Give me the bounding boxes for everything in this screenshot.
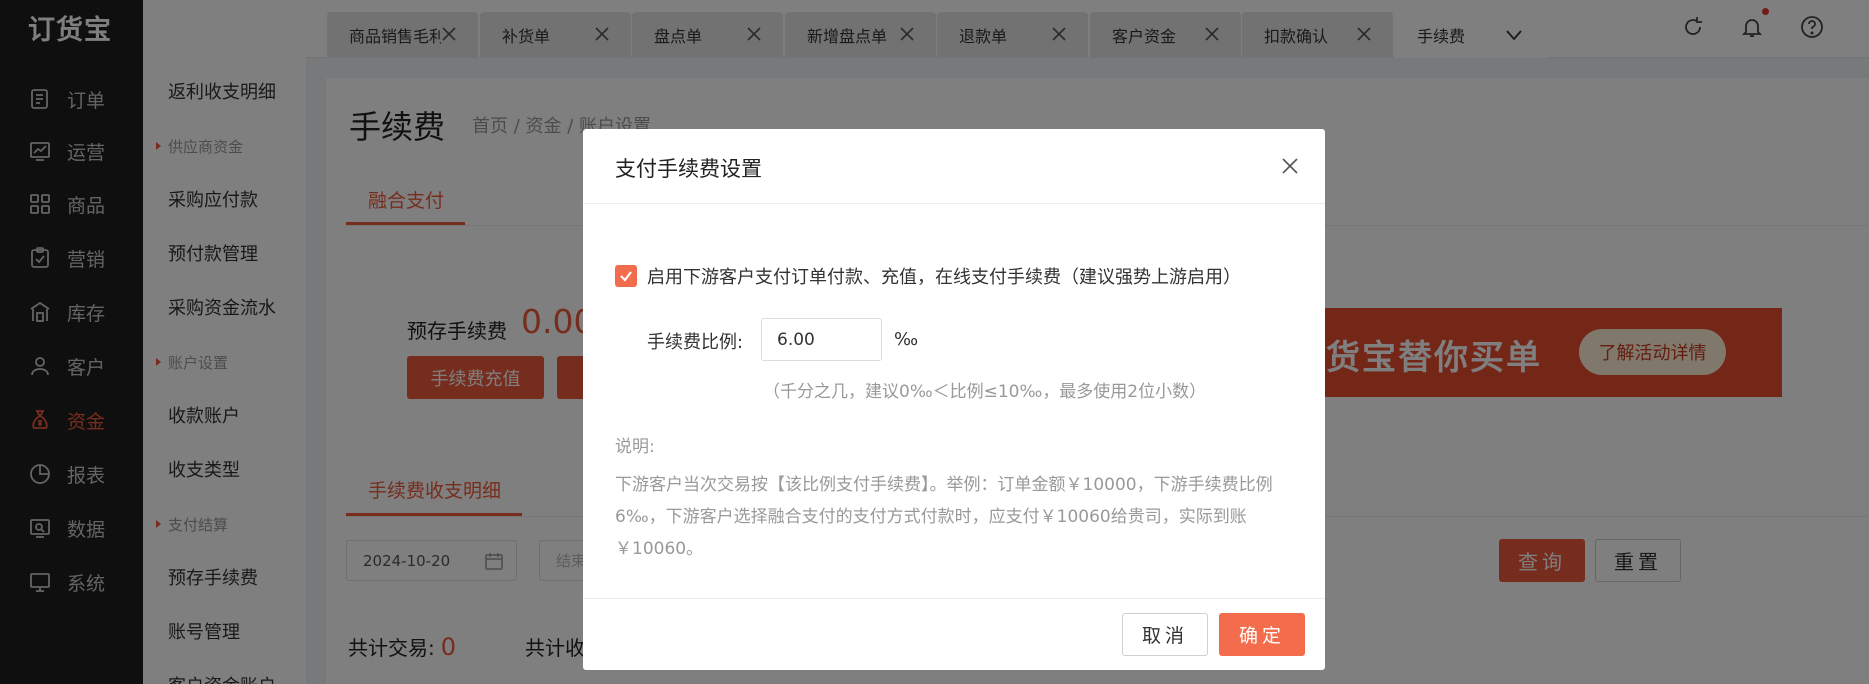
note-title: 说明:	[615, 437, 655, 457]
fee-rate-input[interactable]	[761, 318, 882, 361]
cancel-button[interactable]: 取消	[1122, 613, 1208, 656]
enable-fee-label[interactable]: 启用下游客户支付订单付款、充值，在线支付手续费（建议强势上游启用）	[647, 263, 1241, 289]
modal-title: 支付手续费设置	[615, 157, 762, 181]
fee-rate-unit: ‰	[894, 329, 919, 350]
fee-settings-modal: 支付手续费设置 启用下游客户支付订单付款、充值，在线支付手续费（建议强势上游启用…	[583, 129, 1325, 670]
confirm-button[interactable]: 确定	[1219, 613, 1305, 656]
checkmark-icon	[620, 271, 632, 282]
note-body: 下游客户当次交易按【该比例支付手续费】。举例：订单金额￥10000，下游手续费比…	[615, 475, 1273, 559]
fee-rate-hint: （千分之几，建议0‰＜比例≤10‰，最多使用2位小数）	[763, 382, 1207, 402]
enable-fee-checkbox[interactable]	[615, 265, 637, 287]
modal-footer	[583, 598, 1325, 670]
fee-rate-label: 手续费比例:	[647, 332, 744, 353]
close-icon[interactable]	[1279, 155, 1301, 177]
